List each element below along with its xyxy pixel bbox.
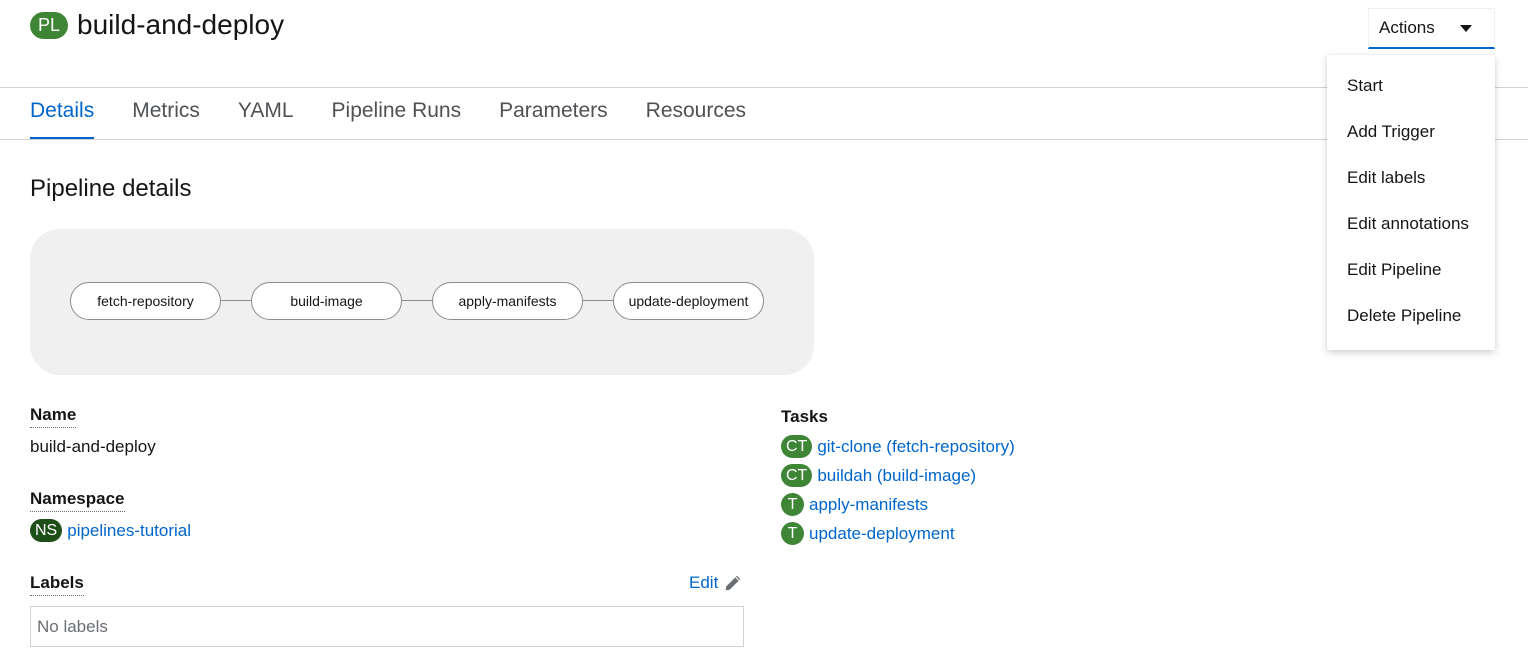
tab-details[interactable]: Details	[30, 88, 95, 140]
tab-bar: Details Metrics YAML Pipeline Runs Param…	[30, 88, 784, 140]
namespace-link[interactable]: pipelines-tutorial	[67, 521, 191, 541]
namespace-value: NS pipelines-tutorial	[30, 519, 191, 542]
menu-item-edit-pipeline[interactable]: Edit Pipeline	[1327, 247, 1495, 293]
task-item: T update-deployment	[781, 522, 955, 545]
tabs-divider-bottom	[0, 139, 1528, 140]
task-link[interactable]: buildah (build-image)	[817, 466, 976, 486]
task-item: CT git-clone (fetch-repository)	[781, 435, 1015, 458]
pipeline-edge	[221, 300, 252, 301]
name-label: Name	[30, 405, 77, 428]
page-header: PL build-and-deploy	[30, 8, 284, 42]
pipeline-node-update-deployment[interactable]: update-deployment	[613, 282, 764, 320]
edit-labels-text: Edit	[689, 573, 719, 592]
namespace-badge: NS	[30, 519, 63, 542]
pipeline-node-fetch-repository[interactable]: fetch-repository	[70, 282, 221, 320]
pipeline-node-build-image[interactable]: build-image	[251, 282, 402, 320]
tab-parameters[interactable]: Parameters	[499, 88, 608, 139]
menu-item-delete-pipeline[interactable]: Delete Pipeline	[1327, 293, 1495, 339]
labels-label: Labels	[30, 573, 84, 596]
pipeline-edge	[402, 300, 433, 301]
pipeline-badge: PL	[30, 11, 69, 39]
caret-down-icon	[1460, 24, 1472, 32]
menu-item-add-trigger[interactable]: Add Trigger	[1327, 109, 1495, 155]
labels-box: No labels	[30, 606, 744, 647]
pipeline-edge	[583, 300, 614, 301]
tab-metrics[interactable]: Metrics	[132, 88, 200, 139]
task-link[interactable]: apply-manifests	[809, 495, 928, 515]
menu-item-edit-labels[interactable]: Edit labels	[1327, 155, 1495, 201]
tasks-label: Tasks	[781, 407, 828, 426]
tab-resources[interactable]: Resources	[646, 88, 746, 139]
page-title: build-and-deploy	[77, 9, 285, 40]
task-item: T apply-manifests	[781, 493, 928, 516]
namespace-label: Namespace	[30, 489, 125, 512]
name-value: build-and-deploy	[30, 437, 156, 456]
menu-item-start[interactable]: Start	[1327, 63, 1495, 109]
actions-label: Actions	[1379, 18, 1435, 37]
actions-menu: Start Add Trigger Edit labels Edit annot…	[1327, 55, 1495, 350]
edit-labels-button[interactable]: Edit	[689, 573, 742, 593]
menu-item-edit-annotations[interactable]: Edit annotations	[1327, 201, 1495, 247]
task-item: CT buildah (build-image)	[781, 464, 976, 487]
task-link[interactable]: update-deployment	[809, 524, 955, 544]
tab-pipeline-runs[interactable]: Pipeline Runs	[332, 88, 462, 139]
task-badge: T	[781, 493, 804, 516]
pencil-icon	[725, 575, 741, 591]
task-link[interactable]: git-clone (fetch-repository)	[817, 437, 1014, 457]
cluster-task-badge: CT	[781, 435, 813, 458]
task-badge: T	[781, 522, 804, 545]
pipeline-graph: fetch-repository build-image apply-manif…	[30, 229, 814, 375]
tab-yaml[interactable]: YAML	[238, 88, 294, 139]
cluster-task-badge: CT	[781, 464, 813, 487]
section-title: Pipeline details	[30, 175, 192, 202]
pipeline-node-apply-manifests[interactable]: apply-manifests	[432, 282, 583, 320]
actions-dropdown-button[interactable]: Actions	[1368, 8, 1495, 49]
